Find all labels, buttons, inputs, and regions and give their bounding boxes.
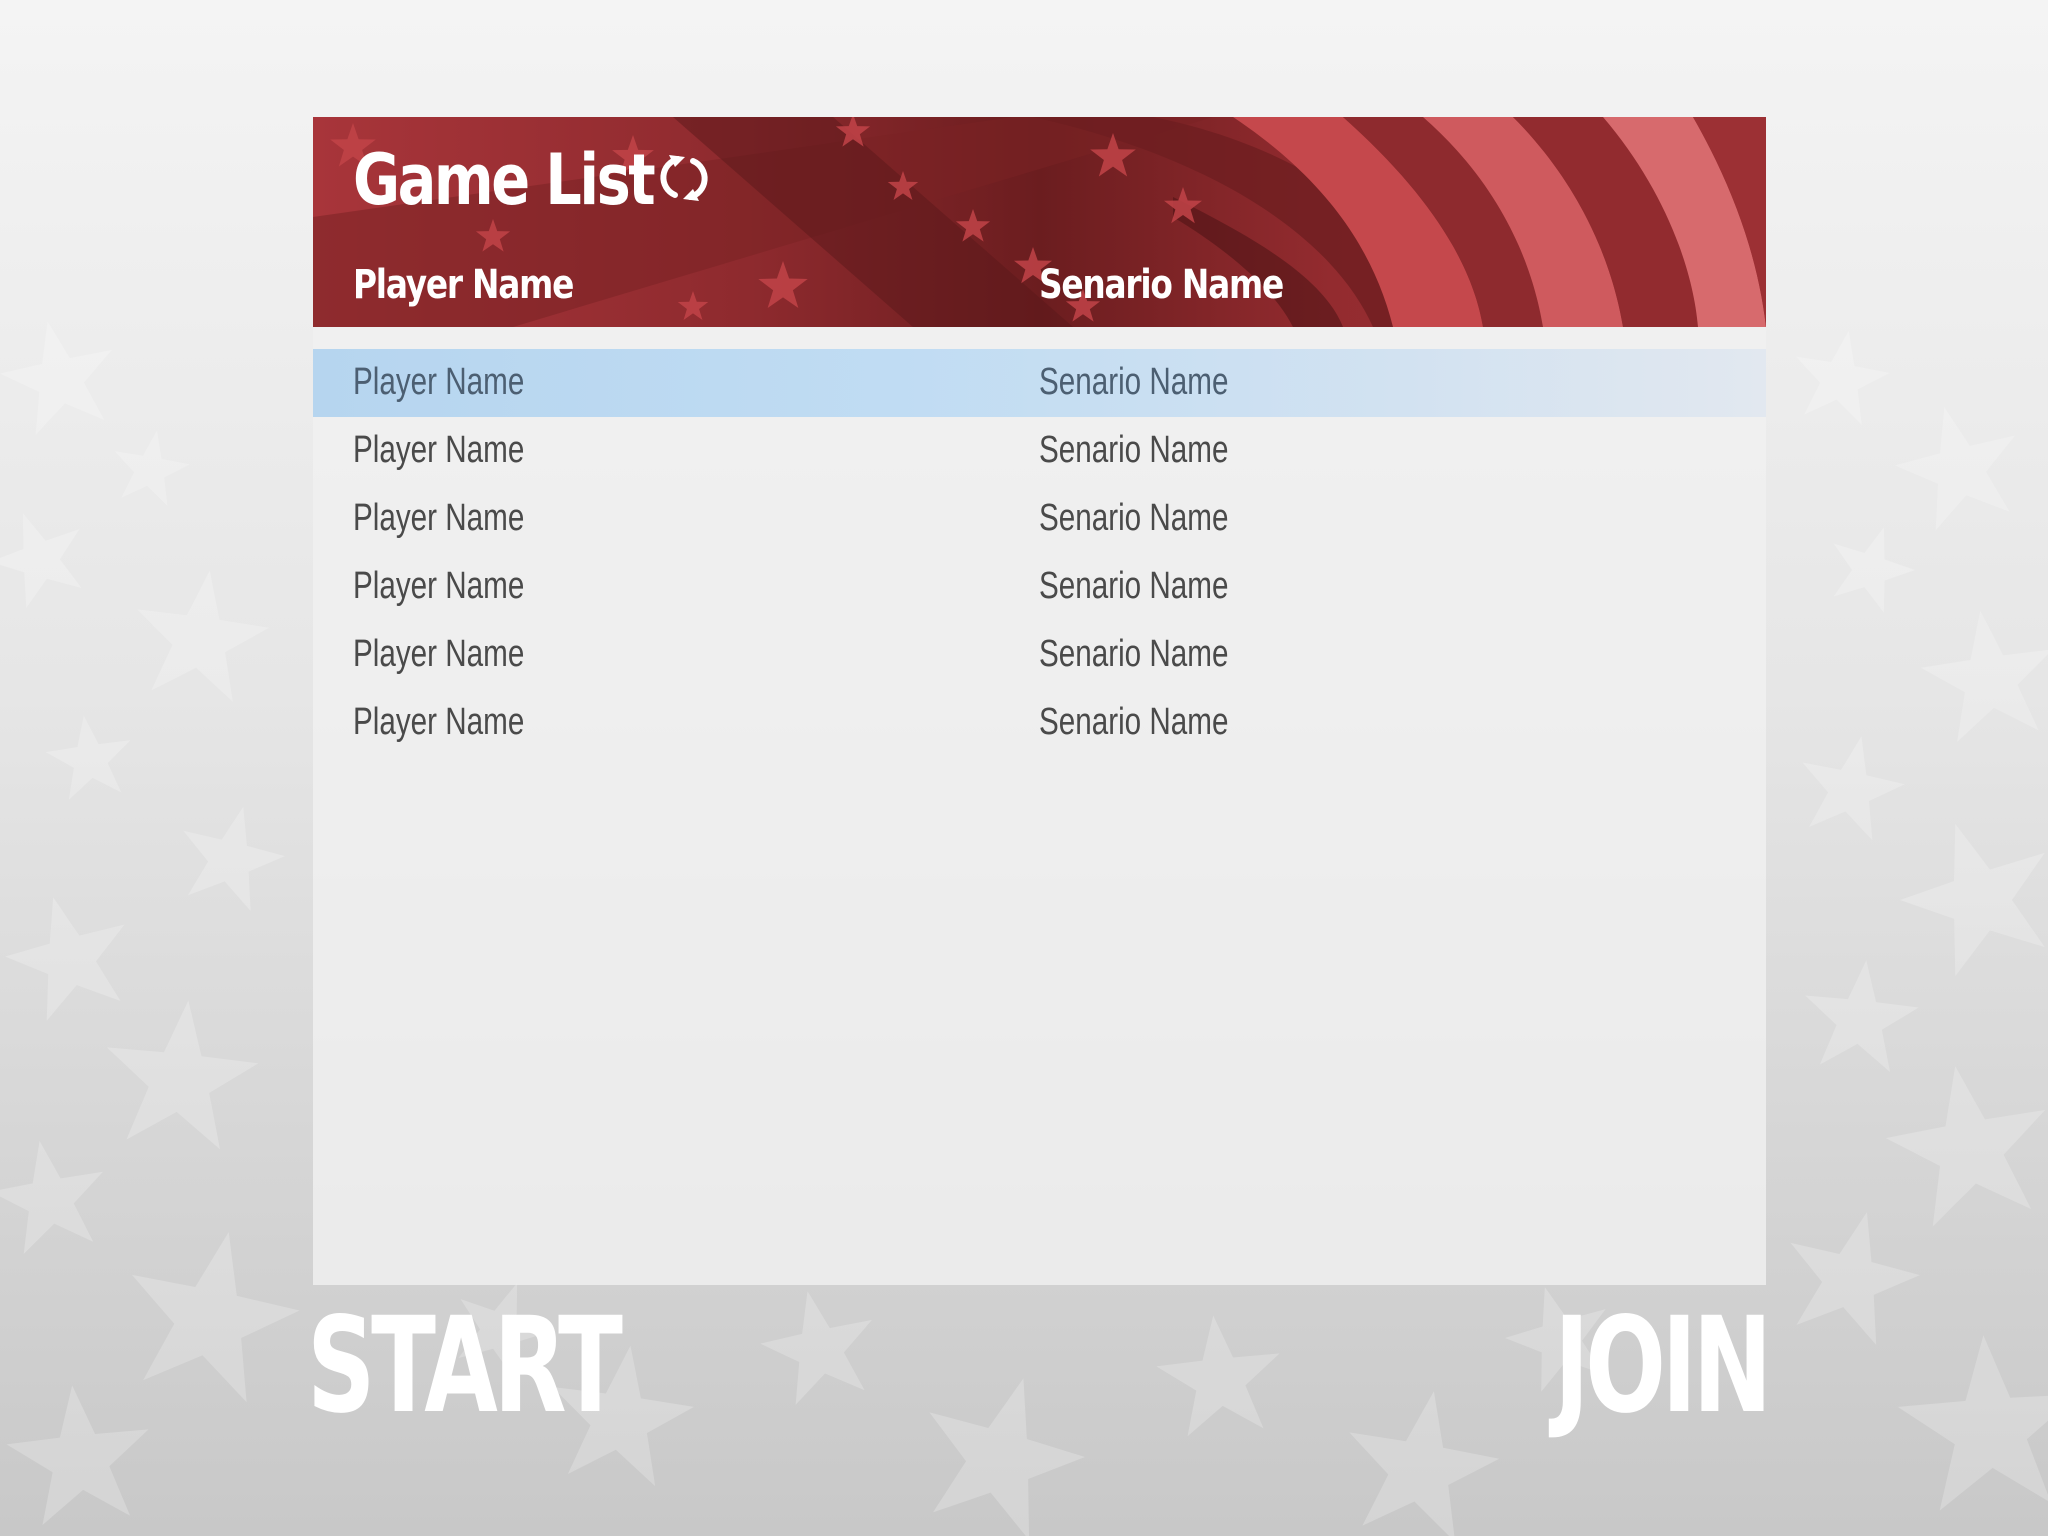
column-header-player-name: Player Name (353, 262, 574, 308)
player-name-cell: Player Name (353, 497, 525, 539)
table-row[interactable]: Player Name Senario Name (313, 349, 1766, 417)
scenario-name-cell: Senario Name (1039, 497, 1229, 539)
table-row[interactable]: Player Name Senario Name (313, 553, 1766, 621)
scenario-name-cell: Senario Name (1039, 565, 1229, 607)
table-row[interactable]: Player Name Senario Name (313, 689, 1766, 757)
start-button[interactable]: START (307, 1300, 623, 1432)
player-name-cell: Player Name (353, 361, 525, 403)
join-button[interactable]: JOIN (1554, 1300, 1772, 1432)
player-name-cell: Player Name (353, 633, 525, 675)
player-name-cell: Player Name (353, 701, 525, 743)
player-name-cell: Player Name (353, 565, 525, 607)
scenario-name-cell: Senario Name (1039, 633, 1229, 675)
column-header-scenario-name: Senario Name (1039, 262, 1284, 308)
scenario-name-cell: Senario Name (1039, 429, 1229, 471)
table-row[interactable]: Player Name Senario Name (313, 417, 1766, 485)
scenario-name-cell: Senario Name (1039, 361, 1229, 403)
game-list-panel: Game List Player Name Senario Name Playe… (313, 117, 1766, 1285)
player-name-cell: Player Name (353, 429, 525, 471)
game-list-title: Game List (353, 139, 656, 221)
panel-header: Game List Player Name Senario Name (313, 117, 1766, 327)
refresh-icon[interactable] (653, 147, 715, 209)
scenario-name-cell: Senario Name (1039, 701, 1229, 743)
game-list-rows: Player Name Senario Name Player Name Sen… (313, 349, 1766, 757)
table-row[interactable]: Player Name Senario Name (313, 621, 1766, 689)
table-row[interactable]: Player Name Senario Name (313, 485, 1766, 553)
